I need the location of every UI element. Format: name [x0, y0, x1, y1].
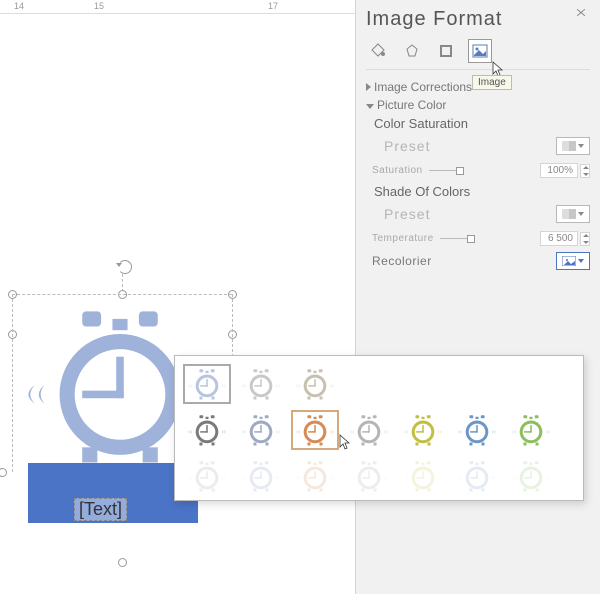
saturation-slider[interactable] — [429, 170, 464, 171]
recolor-swatch[interactable] — [399, 410, 447, 450]
caption-text[interactable]: [Text] — [74, 498, 127, 521]
chevron-down-icon — [578, 259, 584, 263]
recolor-swatch[interactable] — [399, 456, 447, 496]
shade-preset-label: Preset — [384, 206, 430, 222]
recolor-swatch[interactable] — [183, 410, 231, 450]
collapse-icon — [366, 104, 374, 109]
saturation-preset-dropdown[interactable] — [556, 137, 590, 155]
recolor-swatch[interactable] — [183, 456, 231, 496]
shade-subhead: Shade Of Colors — [374, 184, 590, 199]
expand-icon — [366, 83, 371, 91]
recolor-swatch[interactable] — [237, 410, 285, 450]
resize-handle[interactable] — [0, 468, 7, 477]
picture-tab-icon[interactable] — [468, 39, 492, 63]
saturation-label: Saturation — [372, 165, 423, 176]
recolor-swatch[interactable] — [453, 456, 501, 496]
rotate-handle[interactable] — [118, 260, 132, 274]
close-pane-icon[interactable] — [572, 6, 590, 20]
recolor-swatch[interactable] — [507, 456, 555, 496]
recolor-swatch[interactable] — [345, 456, 393, 496]
temperature-slider[interactable] — [440, 238, 475, 239]
recolor-swatch[interactable] — [291, 456, 339, 496]
recolor-swatch[interactable] — [237, 364, 285, 404]
saturation-spinner[interactable] — [580, 164, 590, 178]
recolor-swatch[interactable] — [291, 364, 339, 404]
temperature-spinner[interactable] — [580, 232, 590, 246]
recolor-swatch[interactable] — [183, 364, 231, 404]
recolor-popup — [174, 355, 584, 501]
saturation-subhead: Color Saturation — [374, 116, 590, 131]
pane-title: Image Format — [366, 8, 590, 31]
recolor-dropdown[interactable] — [556, 252, 590, 270]
saturation-preset-label: Preset — [384, 138, 430, 154]
picture-color-group[interactable]: Picture Color — [366, 98, 590, 112]
shade-preset-dropdown[interactable] — [556, 205, 590, 223]
ruler-mark: 17 — [268, 1, 278, 11]
effects-tab-icon[interactable] — [400, 39, 424, 63]
size-tab-icon[interactable] — [434, 39, 458, 63]
tooltip: Image — [472, 75, 512, 90]
ruler-mark: 15 — [94, 1, 104, 11]
fill-tab-icon[interactable] — [366, 39, 390, 63]
image-format-pane: Image Format Image Corrections Image Pic… — [355, 0, 600, 594]
chevron-down-icon — [578, 212, 584, 216]
recolor-label: Recolorier — [372, 254, 432, 268]
temperature-value[interactable]: 6 500 — [540, 231, 578, 246]
pane-tab-row — [366, 39, 590, 70]
recolor-swatch[interactable] — [291, 410, 339, 450]
saturation-value[interactable]: 100% — [540, 163, 578, 178]
chevron-down-icon — [578, 144, 584, 148]
resize-handle[interactable] — [118, 558, 127, 567]
recolor-swatch[interactable] — [237, 456, 285, 496]
recolor-swatch[interactable] — [453, 410, 501, 450]
recolor-swatch[interactable] — [507, 410, 555, 450]
ruler-mark: 14 — [14, 1, 24, 11]
temperature-label: Temperature — [372, 233, 434, 244]
